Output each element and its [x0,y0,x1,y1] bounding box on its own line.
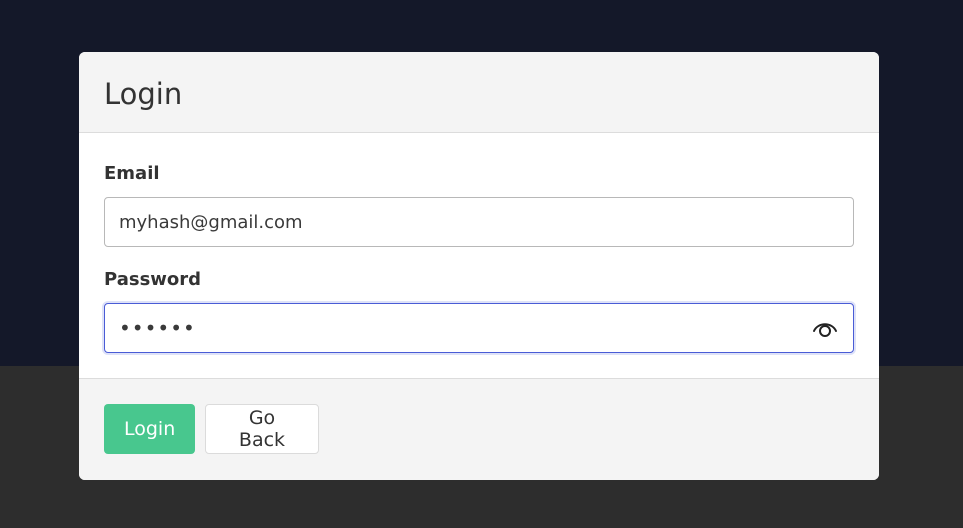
card-footer: Login Go Back [79,379,879,480]
card-body: Email Password [79,133,879,379]
eye-icon-graphic [813,323,837,337]
page: Login Email Password Login Go Back [0,0,963,528]
password-field-wrapper [104,303,854,353]
login-button[interactable]: Login [104,404,195,454]
email-field[interactable] [104,197,854,247]
card-header: Login [79,52,879,133]
email-label: Email [104,163,160,184]
card-title: Login [104,77,183,111]
email-field-wrapper [104,197,854,247]
go-back-button[interactable]: Go Back [205,404,319,454]
login-card: Login Email Password Login Go Back [79,52,879,480]
eye-icon[interactable] [812,316,838,340]
password-field[interactable] [104,303,854,353]
password-label: Password [104,269,202,290]
